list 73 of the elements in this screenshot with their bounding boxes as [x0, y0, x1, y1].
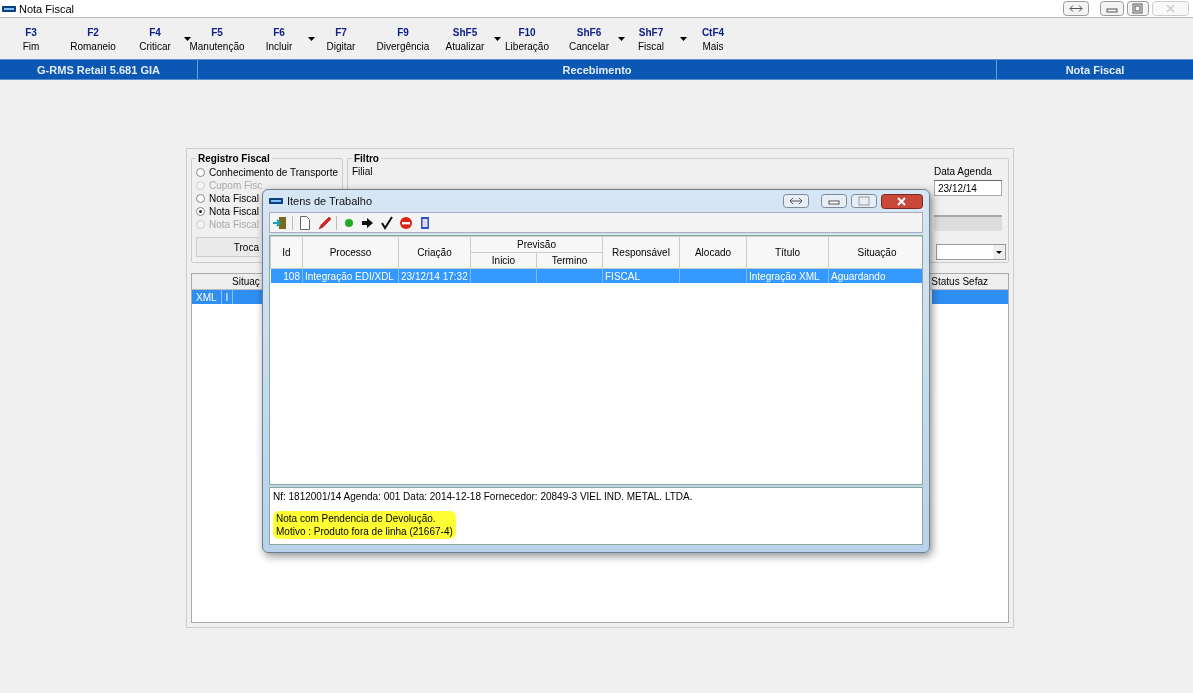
resize-arrows-icon[interactable] [783, 194, 809, 208]
column-header[interactable]: Alocado [679, 236, 747, 269]
column-header[interactable]: Situação [828, 236, 922, 269]
radio-label[interactable]: Nota Fiscal [209, 205, 259, 217]
dropdown-caret-icon[interactable] [494, 37, 501, 41]
dropdown-caret-icon[interactable] [618, 37, 625, 41]
column-header[interactable]: Criação [398, 236, 471, 269]
toolbar-button[interactable]: F6 Incluir [248, 21, 310, 57]
checkmark-icon[interactable] [380, 215, 394, 230]
toolbar-button[interactable]: F7 Digitar [310, 21, 372, 57]
dropdown-caret-icon[interactable] [184, 37, 191, 41]
column-header[interactable]: Id [270, 236, 303, 269]
table-cell: 108 [283, 270, 300, 282]
table-cell: FISCAL [605, 270, 640, 282]
minimize-button[interactable] [821, 194, 847, 208]
restore-button[interactable] [1127, 1, 1149, 16]
radio-button[interactable] [196, 206, 205, 216]
table-cell: 23/12/14 17:32 [401, 270, 468, 282]
window-title: Nota Fiscal [19, 2, 75, 15]
details-text: Nf: 1812001/14 Agenda: 001 Data: 2014-12-18 Fornecedor: 20849-3 VIEL IND. METAL. LTDA. [273, 491, 694, 502]
app-logo-icon [269, 196, 283, 206]
toolbar-button[interactable]: F3 Fim [0, 21, 62, 57]
toolbar-button[interactable]: ShF5 Atualizar [434, 21, 496, 57]
toolbar-button[interactable]: F2 Romaneio [62, 21, 124, 57]
toolbar-button[interactable]: ShF7 Fiscal [620, 21, 682, 57]
field-label: Filial [351, 166, 373, 177]
pointing-hand-icon[interactable] [361, 215, 375, 230]
header-section: Recebimento [198, 60, 997, 79]
grid-cell: XML [192, 290, 222, 304]
dropdown-field[interactable] [936, 244, 1006, 260]
highlighted-text: Nota com Pendencia de Devolução. [276, 513, 437, 524]
exit-door-icon[interactable] [273, 215, 287, 230]
radio-button[interactable] [196, 167, 205, 177]
radio-label[interactable]: Conhecimento de Transporte [209, 166, 338, 178]
toolbar-button[interactable]: F5 Manutenção [186, 21, 248, 57]
toolbar-button[interactable]: ShF6 Cancelar [558, 21, 620, 57]
app-logo-icon [2, 3, 16, 14]
troca-button[interactable]: Troca [196, 237, 259, 257]
notepad-icon[interactable] [418, 215, 432, 230]
toolbar-button[interactable]: F10 Liberação [496, 21, 558, 57]
group-title: Filtro [352, 153, 380, 164]
dropdown-caret-icon[interactable] [680, 37, 687, 41]
table-cell: Integração EDI/XDL [305, 270, 394, 282]
highlighted-text: Motivo : Produto fora de linha (21667-4) [276, 526, 453, 537]
group-title: Registro Fiscal [197, 153, 271, 164]
column-header[interactable]: Status Sefaz [931, 276, 988, 287]
dropdown-caret-icon[interactable] [308, 37, 315, 41]
header-section: Nota Fiscal [997, 60, 1193, 79]
table-cell: Aguardando [831, 270, 886, 282]
column-header[interactable]: Processo [302, 236, 399, 269]
pencil-icon[interactable] [317, 215, 331, 230]
close-button[interactable] [881, 193, 923, 209]
document-icon[interactable] [298, 215, 312, 230]
column-header[interactable]: Título [746, 236, 829, 269]
toolbar-button[interactable]: F9 Divergência [372, 21, 434, 57]
toolbar-button[interactable]: CtF4 Mais [682, 21, 744, 57]
header-section: G-RMS Retail 5.681 GIA [0, 60, 198, 79]
stop-sign-icon[interactable] [399, 215, 413, 230]
table-cell: Integração XML [749, 270, 820, 282]
grid-cell: I [221, 290, 234, 304]
column-header[interactable]: Situaç [232, 276, 260, 287]
dialog-title: Itens de Trabalho [287, 195, 372, 207]
minimize-button[interactable] [1100, 1, 1124, 16]
radio-button[interactable] [196, 193, 205, 203]
field-label: Data Agenda [934, 166, 993, 177]
maximize-button[interactable] [851, 194, 877, 208]
column-header[interactable]: Responsável [602, 236, 680, 269]
radio-label[interactable]: Nota Fiscal [209, 192, 259, 204]
toolbar-button[interactable]: F4 Criticar [124, 21, 186, 57]
column-group-header: Previsão [470, 236, 603, 253]
resize-arrows-icon[interactable] [1063, 1, 1089, 16]
disabled-field [934, 215, 1002, 231]
date-field[interactable]: 23/12/14 [934, 180, 1002, 196]
